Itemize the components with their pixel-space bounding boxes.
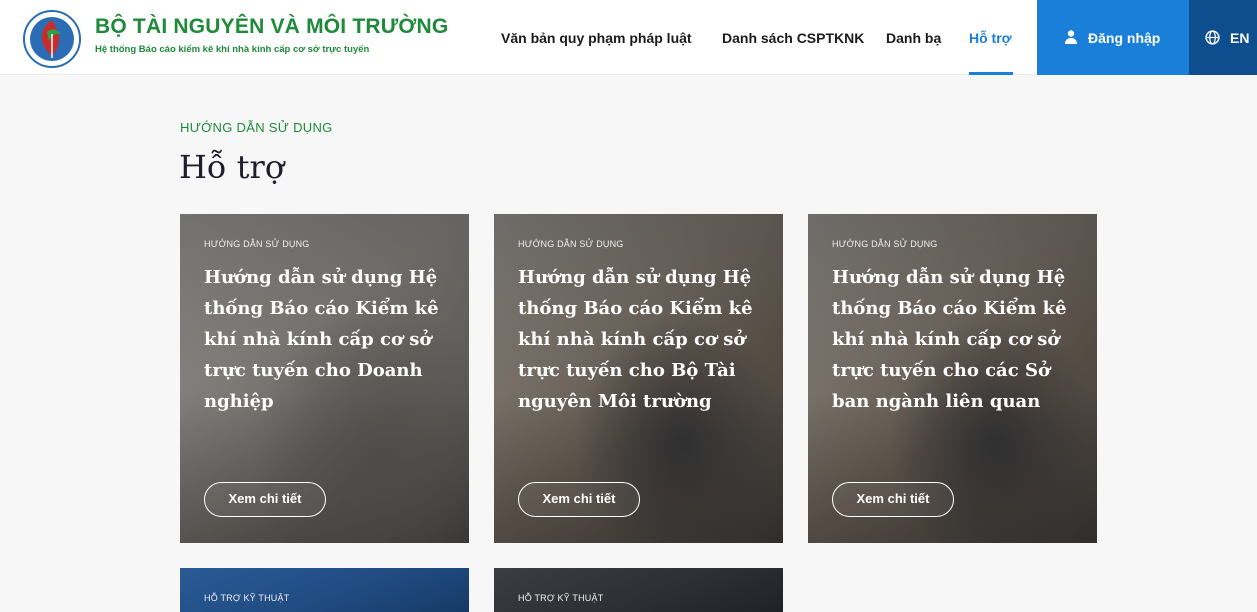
ministry-logo-icon[interactable] <box>23 10 81 68</box>
language-switch-button[interactable]: EN <box>1189 0 1257 75</box>
nav-item-support[interactable]: Hỗ trợ <box>969 30 1012 46</box>
card-tag: HƯỚNG DẪN SỬ DỤNG <box>518 239 624 249</box>
guide-card-ministry[interactable]: HƯỚNG DẪN SỬ DỤNG Hướng dẫn sử dụng Hệ t… <box>494 214 783 543</box>
nav-item-directory[interactable]: Danh bạ <box>886 30 941 46</box>
site-header: BỘ TÀI NGUYÊN VÀ MÔI TRƯỜNG Hệ thống Báo… <box>0 0 1257 75</box>
brand-title[interactable]: BỘ TÀI NGUYÊN VÀ MÔI TRƯỜNG <box>95 15 448 39</box>
view-details-button[interactable]: Xem chi tiết <box>518 482 640 517</box>
guide-card-departments[interactable]: HƯỚNG DẪN SỬ DỤNG Hướng dẫn sử dụng Hệ t… <box>808 214 1097 543</box>
nav-item-legal-documents[interactable]: Văn bản quy phạm pháp luật <box>501 30 692 46</box>
card-tag: HỖ TRỢ KỸ THUẬT <box>518 593 604 603</box>
tech-support-card-1[interactable]: HỖ TRỢ KỸ THUẬT <box>180 568 469 612</box>
login-button[interactable]: Đăng nhập <box>1037 0 1189 75</box>
view-details-button[interactable]: Xem chi tiết <box>204 482 326 517</box>
brand-subtitle: Hệ thống Báo cáo kiểm kê khí nhà kính cấ… <box>95 44 370 55</box>
login-label: Đăng nhập <box>1088 30 1161 46</box>
page-title: Hỗ trợ <box>179 148 285 186</box>
card-tag: HƯỚNG DẪN SỬ DỤNG <box>204 239 310 249</box>
card-title[interactable]: Hướng dẫn sử dụng Hệ thống Báo cáo Kiểm … <box>832 262 1077 417</box>
tech-support-card-2[interactable]: HỖ TRỢ KỸ THUẬT <box>494 568 783 612</box>
card-title[interactable]: Hướng dẫn sử dụng Hệ thống Báo cáo Kiểm … <box>204 262 449 417</box>
card-tag: HƯỚNG DẪN SỬ DỤNG <box>832 239 938 249</box>
language-label: EN <box>1230 30 1250 46</box>
card-tag: HỖ TRỢ KỸ THUẬT <box>204 593 290 603</box>
nav-item-csptknk-list[interactable]: Danh sách CSPTKNK <box>722 30 864 46</box>
section-eyebrow: HƯỚNG DẪN SỬ DỤNG <box>180 120 333 135</box>
globe-icon <box>1205 30 1220 45</box>
user-icon <box>1063 29 1079 45</box>
nav-active-indicator <box>969 72 1013 75</box>
card-title[interactable]: Hướng dẫn sử dụng Hệ thống Báo cáo Kiểm … <box>518 262 763 417</box>
view-details-button[interactable]: Xem chi tiết <box>832 482 954 517</box>
guide-card-enterprise[interactable]: HƯỚNG DẪN SỬ DỤNG Hướng dẫn sử dụng Hệ t… <box>180 214 469 543</box>
